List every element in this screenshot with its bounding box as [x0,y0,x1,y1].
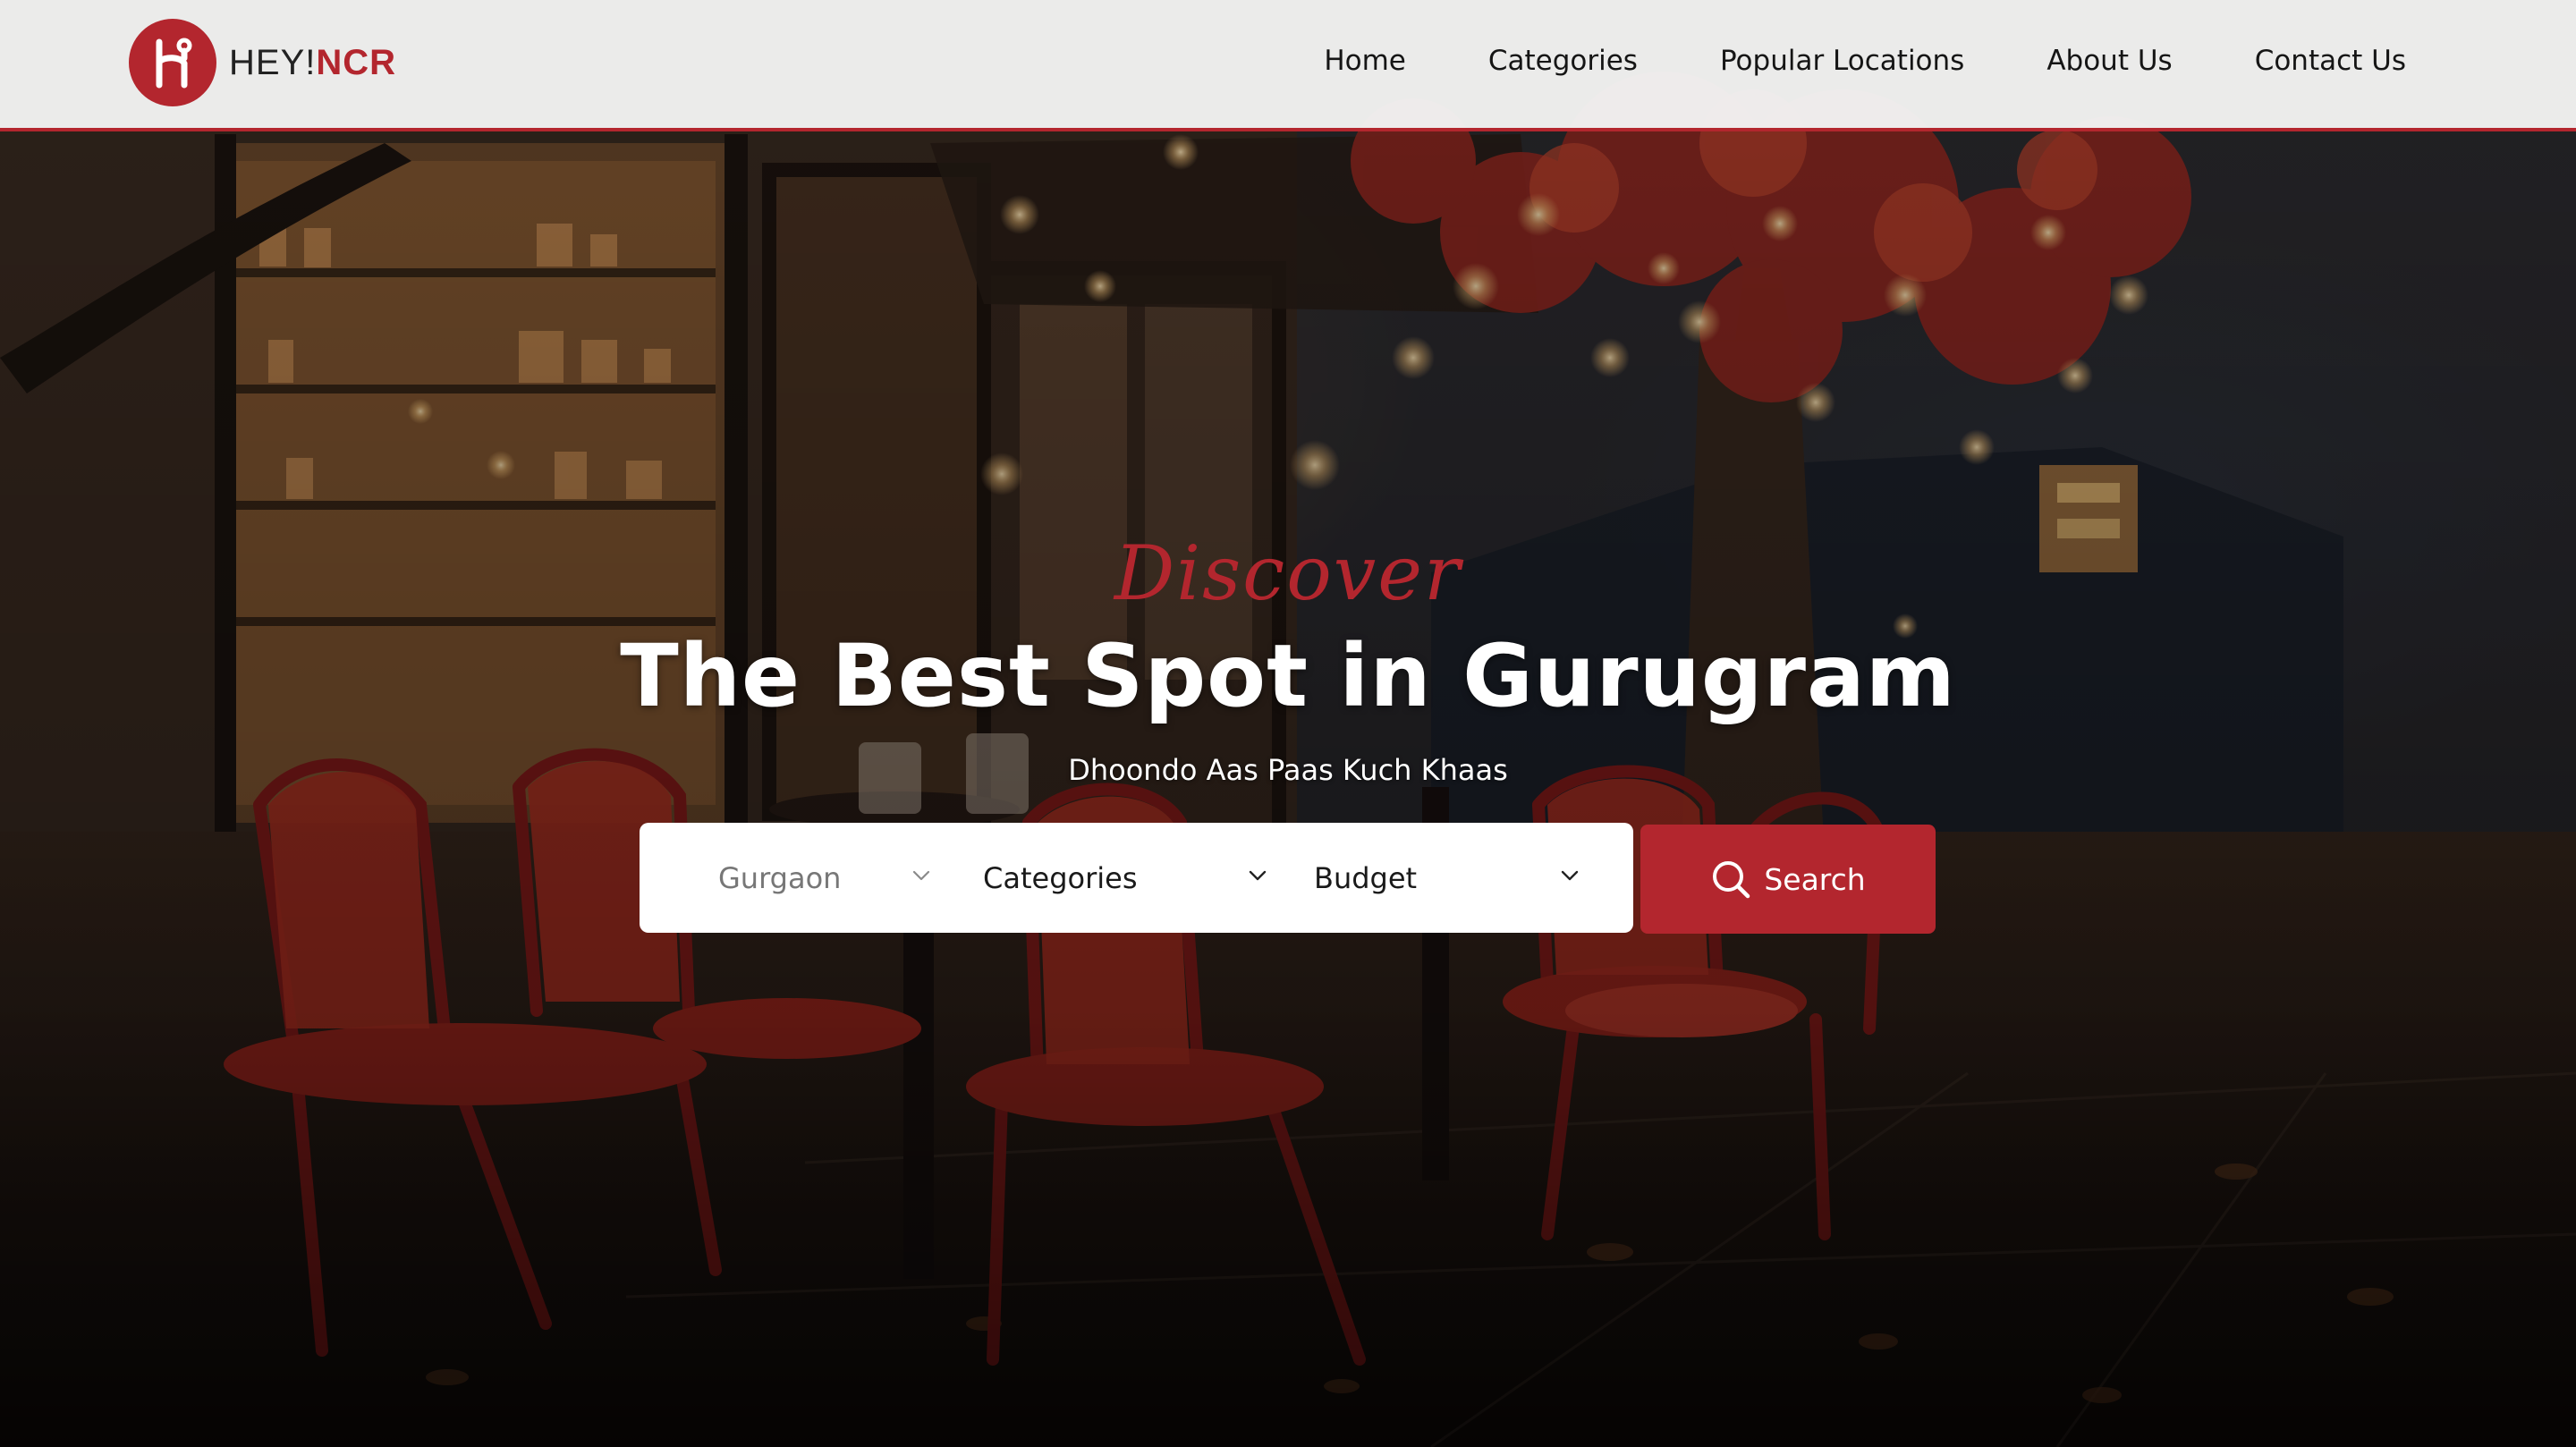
budget-select[interactable]: Budget [1305,823,1633,933]
hero-eyebrow: Discover [1114,529,1462,617]
nav-item-about-us[interactable]: About Us [2046,45,2172,77]
brand-name-bold: NCR [316,42,397,82]
search-button-label: Search [1764,861,1866,897]
search-button[interactable]: Search [1640,825,1936,934]
location-select[interactable]: Gurgaon [640,823,962,933]
nav-item-home[interactable]: Home [1324,45,1406,77]
chevron-down-icon [912,870,930,881]
budget-select-value: Budget [1314,860,1418,895]
site-header: HEY!NCR Home Categories Popular Location… [0,0,2576,131]
search-bar: Gurgaon Categories Budget [640,823,1633,933]
nav-item-popular-locations[interactable]: Popular Locations [1720,45,1964,77]
nav-item-contact-us[interactable]: Contact Us [2255,45,2406,77]
chevron-down-icon [1249,870,1267,881]
brand-name-light: HEY! [229,42,317,82]
nav-item-categories[interactable]: Categories [1488,45,1638,77]
brand-logo[interactable]: HEY!NCR [129,18,396,107]
category-select[interactable]: Categories [962,823,1305,933]
category-select-value: Categories [983,860,1138,895]
hero-title: The Best Spot in Gurugram [620,626,1956,726]
location-select-value: Gurgaon [718,860,842,895]
main-nav: Home Categories Popular Locations About … [1324,36,2406,86]
brand-name: HEY!NCR [229,43,396,83]
search-icon [1713,861,1750,899]
hero-subtitle: Dhoondo Aas Paas Kuch Khaas [1068,753,1508,787]
hey-ncr-logo-icon [129,19,216,106]
chevron-down-icon [1561,870,1579,881]
